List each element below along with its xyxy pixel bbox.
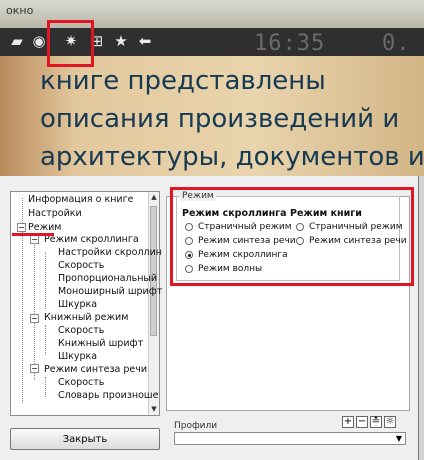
book-page: книге представлены описания произведений… <box>0 56 424 176</box>
mode-highlight <box>170 187 414 286</box>
scroll-up-icon[interactable]: ▲ <box>149 192 159 202</box>
page-line: описания произведений и <box>40 104 400 134</box>
tree-item-scroll-mode[interactable]: Режим скроллинга <box>44 234 139 245</box>
chevron-down-icon[interactable]: ▼ <box>394 434 404 443</box>
settings-highlight <box>47 20 94 67</box>
save-profile-button[interactable]: ≛ <box>370 416 382 428</box>
close-button[interactable]: Закрыть <box>10 428 160 450</box>
tree-item[interactable]: Пропорциональный <box>58 273 157 284</box>
tree-expander-book[interactable]: − <box>30 314 39 323</box>
profile-select[interactable]: ▼ <box>174 432 406 445</box>
tree-item-speech-mode[interactable]: Режим синтеза речи <box>44 364 147 375</box>
scroll-thumb[interactable] <box>150 206 157 336</box>
tree-item[interactable]: Настройки скроллин <box>58 247 162 258</box>
back-arrow-icon[interactable]: ⬅ <box>136 32 154 50</box>
tree-item-mode[interactable]: Режим <box>28 222 61 233</box>
folder-icon[interactable]: ▰ <box>8 32 26 50</box>
tree-item[interactable]: Скорость <box>58 260 104 271</box>
tree-item[interactable]: Скорость <box>58 325 104 336</box>
tree-item[interactable]: Книжный шрифт <box>58 338 143 349</box>
disc-icon[interactable]: ◉ <box>30 32 48 50</box>
window-title: окно <box>6 4 34 17</box>
tree-item[interactable]: Скорость <box>58 377 104 388</box>
tree-item[interactable]: Словарь произноше <box>58 390 158 401</box>
tree-item[interactable]: Шкурка <box>58 351 97 362</box>
tree-item-settings[interactable]: Настройки <box>28 208 82 219</box>
scroll-down-icon[interactable]: ▼ <box>149 404 159 414</box>
tree-expander-speech[interactable]: − <box>30 364 39 373</box>
tree-expander-mode[interactable]: − <box>17 223 26 232</box>
tree-item[interactable]: Шкурка <box>58 299 97 310</box>
profiles-label: Профили <box>174 421 218 431</box>
tree-item[interactable]: Моноширный шрифт <box>58 286 162 297</box>
mode-underline <box>12 233 54 236</box>
page-line: архитектуры, документов и <box>40 142 424 172</box>
battery-display: 0. <box>382 31 411 56</box>
add-profile-button[interactable]: + <box>342 416 354 428</box>
tree-expander-scroll[interactable]: − <box>30 235 39 244</box>
clock-display: 16:35 <box>254 31 326 56</box>
tree-item-info[interactable]: Информация о книге <box>28 194 133 205</box>
star-icon[interactable]: ★ <box>112 32 130 50</box>
tree-item-book-mode[interactable]: Книжный режим <box>44 312 128 323</box>
profile-settings-button[interactable]: ☼ <box>384 416 396 428</box>
remove-profile-button[interactable]: − <box>356 416 368 428</box>
page-line: книге представлены <box>40 66 326 96</box>
tree-scrollbar[interactable]: ▲ ▼ <box>148 192 159 415</box>
